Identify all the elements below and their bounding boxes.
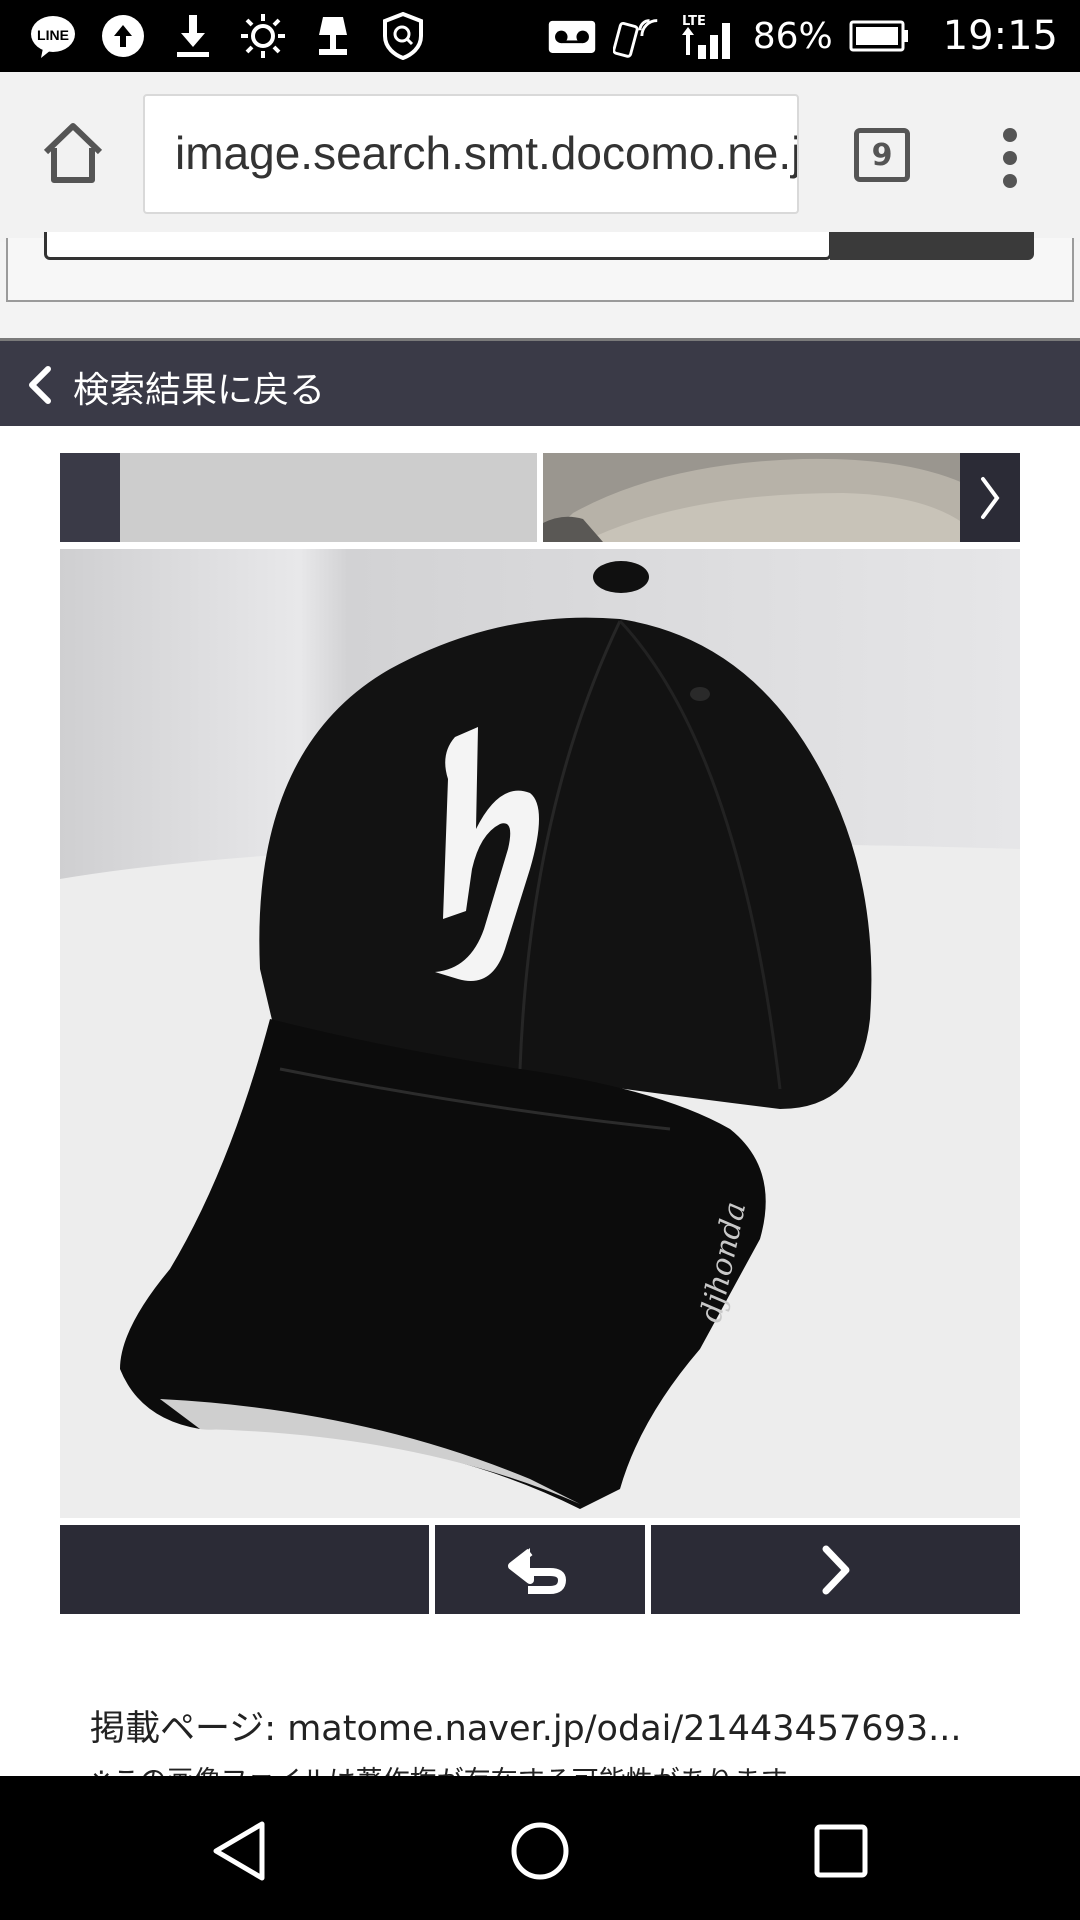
search-input[interactable] [44,232,832,260]
signal-icon: LTE [679,11,737,61]
back-to-results-bar[interactable]: 検索結果に戻る [0,338,1080,426]
lamp-icon [308,11,358,61]
thumbnail-prev-edge [60,453,120,542]
upload-icon [98,11,148,61]
clock: 19:15 [942,13,1058,59]
back-to-results-label: 検索結果に戻る [73,370,326,411]
search-button[interactable] [830,232,1034,260]
image-controls [60,1525,1020,1614]
brightness-icon [238,11,288,61]
thumbnail-previous[interactable] [60,453,537,542]
status-left-icons: LINE [28,10,428,62]
home-circle-icon[interactable] [505,1816,575,1886]
cap-photo: djhonda [60,549,1020,1518]
download-icon [168,11,218,61]
battery-icon [849,11,909,61]
return-arrow-icon [508,1547,566,1594]
chevron-left-icon [20,363,60,407]
next-image-button[interactable] [651,1525,1020,1614]
voicemail-icon [547,11,597,61]
thumbnail-strip [60,453,1020,542]
thumbnail-next-button[interactable] [960,453,1020,542]
tab-switcher-button[interactable]: 9 [854,128,910,182]
back-triangle-icon[interactable] [206,1816,276,1886]
main-image[interactable]: djhonda [60,549,1020,1518]
source-page-link[interactable]: 掲載ページ: matome.naver.jp/odai/21443457693.… [90,1700,990,1751]
url-text: image.search.smt.docomo.ne.jp [175,127,799,179]
thumbnail-next-image[interactable] [543,453,1020,542]
home-icon[interactable] [38,118,108,188]
image-caption: 掲載ページ: matome.naver.jp/odai/21443457693.… [90,1700,1050,1783]
line-icon: LINE [28,11,78,61]
status-bar: LINE LTE 86% 19:15 [0,0,1080,72]
thumbnail-hat-image [543,453,1020,542]
previous-image-button[interactable] [60,1525,429,1614]
chevron-right-icon [822,1545,849,1594]
chevron-right-icon [981,476,1000,519]
battery-percent: 86% [752,15,833,57]
network-label: LTE [682,14,706,29]
svg-text:LINE: LINE [37,27,69,43]
rotate-button[interactable] [435,1525,645,1614]
recents-square-icon[interactable] [806,1816,876,1886]
status-right-icons: LTE 86% 19:15 [547,10,1058,62]
nfc-icon [612,11,663,61]
system-nav-bar [0,1776,1080,1920]
overflow-menu-icon[interactable] [998,128,1022,188]
tab-count: 9 [871,137,893,173]
search-panel-remnant [0,232,1080,338]
browser-toolbar: image.search.smt.docomo.ne.jp 9 [0,72,1080,242]
shield-icon [378,11,428,61]
url-field[interactable]: image.search.smt.docomo.ne.jp [143,94,799,214]
